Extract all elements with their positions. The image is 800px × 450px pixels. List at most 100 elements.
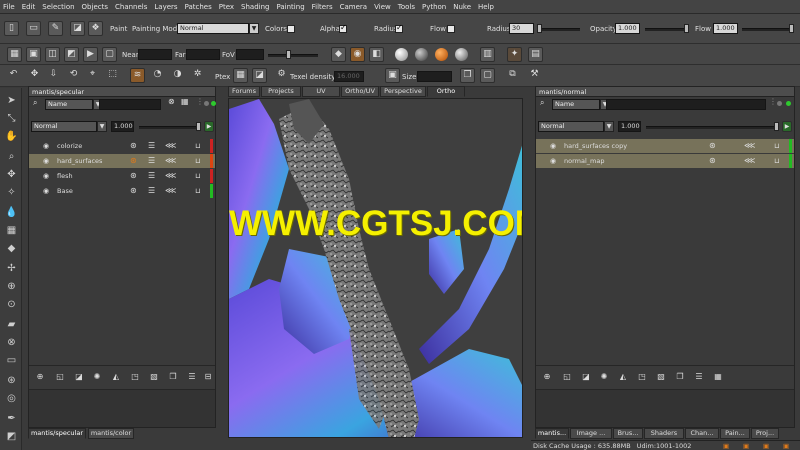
orange-sphere-icon[interactable]	[435, 48, 448, 61]
grey-sphere-icon[interactable]	[415, 48, 428, 61]
tab-uv[interactable]: UV	[302, 86, 340, 97]
pan-icon[interactable]: ✥	[5, 168, 18, 181]
cache-stop-icon[interactable]: ▣	[743, 441, 749, 450]
clone-icon[interactable]: ⊙	[5, 298, 18, 311]
far-input[interactable]	[186, 49, 220, 60]
menu-layers[interactable]: Layers	[154, 3, 177, 11]
right-bottom-tab[interactable]: Image ...	[570, 428, 612, 439]
search-icon[interactable]: ⌕	[540, 98, 544, 108]
sharpen-icon[interactable]: ⊛	[5, 374, 18, 387]
duplicate-icon[interactable]: ❐	[166, 371, 180, 383]
fov-input[interactable]	[236, 49, 264, 60]
right-bottom-tab[interactable]: Proj...	[751, 428, 779, 439]
left-opacity-slider[interactable]	[139, 126, 199, 129]
stamp-icon[interactable]: ◆	[5, 242, 18, 255]
render-icon[interactable]: ▥	[480, 47, 495, 62]
tab-perspective[interactable]: Perspective	[380, 86, 426, 97]
viewport[interactable]: WWW.CGTSJ.COM	[228, 98, 523, 438]
chevron-down-icon[interactable]: ▼	[249, 23, 259, 34]
fill-icon[interactable]: ⊗	[5, 336, 18, 349]
frame-icon[interactable]: ▢	[102, 47, 117, 62]
tools-icon[interactable]: ⚒	[527, 68, 542, 83]
play-icon[interactable]: ▶	[204, 121, 214, 132]
flat-shading-icon[interactable]: ◉	[350, 47, 365, 62]
new-paint-layer-icon[interactable]: ◱	[53, 371, 67, 383]
menu-nuke[interactable]: Nuke	[453, 3, 471, 11]
eraser-icon[interactable]: ◪	[70, 21, 85, 36]
list-icon[interactable]: ☰	[185, 371, 199, 383]
flag-icon[interactable]: ▶	[83, 47, 98, 62]
fov-slider-handle[interactable]	[286, 50, 291, 59]
right-opacity-slider[interactable]	[646, 126, 778, 129]
chrome-sphere-icon[interactable]	[455, 48, 468, 61]
layer-row[interactable]: ◉ normal_map ⊛ ⋘ ⊔	[536, 154, 794, 168]
radius-slider[interactable]	[540, 28, 580, 31]
new-file-icon[interactable]: ▯	[4, 21, 19, 36]
menu-help[interactable]: Help	[478, 3, 494, 11]
layer-row[interactable]: ◉ hard_surfaces copy ⊛ ⋘ ⊔	[536, 139, 794, 153]
menu-view[interactable]: View	[374, 3, 391, 11]
group-icon[interactable]: ▧	[654, 371, 668, 383]
layer-row[interactable]: ◉ Base ⊛ ☰ ⋘ ⊔	[29, 184, 215, 198]
light-icon[interactable]: ✦	[507, 47, 522, 62]
paint-mode-icon[interactable]: ≋	[130, 68, 145, 83]
zoom-icon[interactable]: ⌕	[5, 150, 18, 163]
chevron-down-icon[interactable]: ▼	[97, 121, 107, 132]
layer-row[interactable]: ◉ flesh ⊛ ☰ ⋘ ⊔	[29, 169, 215, 183]
mask-icon[interactable]: ◳	[128, 371, 142, 383]
selection-tool-icon[interactable]: ✲	[190, 68, 205, 83]
camera-icon[interactable]: ▣	[26, 47, 41, 62]
eye-icon[interactable]: ◉	[43, 184, 49, 198]
play-icon[interactable]: ▶	[782, 121, 792, 132]
new-adjustment-layer-icon[interactable]: ◪	[579, 371, 593, 383]
new-procedural-icon[interactable]: ✺	[90, 371, 104, 383]
scale-icon[interactable]: ⌖	[85, 68, 100, 83]
opacity-slider[interactable]	[645, 28, 687, 31]
menu-file[interactable]: File	[3, 3, 15, 11]
white-sphere-icon[interactable]	[395, 48, 408, 61]
new-procedural-icon[interactable]: ✺	[597, 371, 611, 383]
open-file-icon[interactable]: ▭	[26, 21, 41, 36]
menu-selection[interactable]: Selection	[42, 3, 74, 11]
left-filter-input[interactable]	[99, 99, 161, 110]
arrow-icon[interactable]: ➤	[5, 94, 18, 107]
menu-python[interactable]: Python	[422, 3, 446, 11]
opacity-input[interactable]: 1.000	[615, 23, 640, 34]
wireframe-icon[interactable]: ◧	[369, 47, 384, 62]
new-adjustment-layer-icon[interactable]: ◪	[72, 371, 86, 383]
gradient-icon[interactable]: ▭	[5, 354, 18, 367]
right-filter-input[interactable]	[606, 99, 766, 110]
menu-tools[interactable]: Tools	[398, 3, 415, 11]
fov-slider[interactable]	[268, 54, 318, 57]
new-channel-icon[interactable]: ◭	[616, 371, 630, 383]
add-layer-icon[interactable]: ⊕	[33, 371, 47, 383]
ptex-select-icon[interactable]: ◪	[252, 68, 267, 83]
lighting-icon[interactable]: ◆	[331, 47, 346, 62]
right-bottom-tab[interactable]: Brus...	[613, 428, 643, 439]
left-blend-mode-select[interactable]: Normal	[31, 121, 97, 132]
options-icon[interactable]: ⋮	[769, 97, 777, 106]
texel-settings-icon[interactable]: ⚙	[274, 68, 289, 83]
cache-settings-icon[interactable]: ▣	[783, 441, 789, 450]
select-icon[interactable]: ⬚	[105, 68, 120, 83]
add-layer-icon[interactable]: ⊕	[540, 371, 554, 383]
painting-mode-select[interactable]: Normal	[177, 23, 249, 34]
right-bottom-tab[interactable]: Pain...	[720, 428, 750, 439]
tab-mantis-color[interactable]: mantis/color	[88, 428, 134, 439]
flow-checkbox[interactable]	[447, 25, 455, 33]
blend-icon[interactable]: ⊛	[130, 154, 137, 168]
menu-channels[interactable]: Channels	[115, 3, 147, 11]
blend-icon[interactable]: ⊛	[130, 169, 137, 183]
rotate-icon[interactable]: ⟲	[66, 68, 81, 83]
lock-icon[interactable]: ⊔	[195, 139, 200, 153]
grid-icon[interactable]: ▦	[7, 47, 22, 62]
left-opacity-input[interactable]: 1.000	[111, 121, 134, 132]
right-blend-mode-select[interactable]: Normal	[538, 121, 604, 132]
colors-checkbox[interactable]	[287, 25, 295, 33]
eye-icon[interactable]: ◉	[43, 139, 49, 153]
right-bottom-tab[interactable]: Shaders	[644, 428, 684, 439]
resize-icon[interactable]: ▣	[385, 68, 400, 83]
radius-slider-handle[interactable]	[537, 24, 542, 33]
eye-icon[interactable]: ◉	[550, 154, 556, 168]
right-bottom-tab[interactable]: mantis...	[535, 428, 569, 439]
